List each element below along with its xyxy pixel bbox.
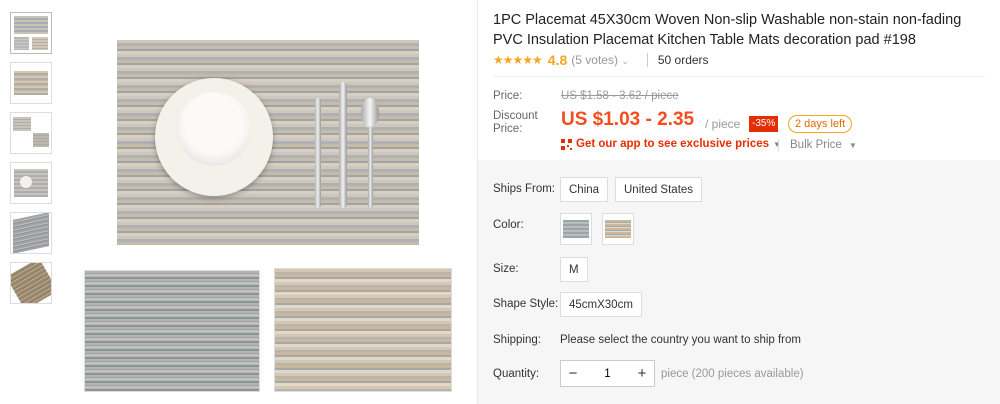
qr-code-icon <box>561 138 572 150</box>
shape-option-45x30[interactable]: 45cmX30cm <box>560 292 642 317</box>
rating-score: 4.8 <box>547 52 568 68</box>
divider <box>493 76 985 77</box>
color-swatch-2[interactable] <box>602 213 634 245</box>
thumbnail-5[interactable] <box>10 212 52 254</box>
thumbnail-1[interactable] <box>10 12 52 54</box>
product-gallery <box>60 0 476 404</box>
caret-down-icon: ▼ <box>848 141 857 150</box>
current-price: US $1.03 - 2.35 <box>561 109 695 130</box>
plus-icon[interactable]: + <box>630 361 654 386</box>
thumbnail-4[interactable] <box>10 162 52 204</box>
minus-icon[interactable]: − <box>561 361 585 386</box>
ships-from-china[interactable]: China <box>560 177 609 202</box>
size-label: Size: <box>493 263 519 275</box>
options-panel: Ships From: China United States Color: S… <box>478 160 1000 404</box>
shipping-message: Please select the country you want to sh… <box>560 334 801 346</box>
discount-price-label: Discount Price: <box>493 110 538 135</box>
app-promo-link[interactable]: Get our app to see exclusive prices ▼ <box>561 138 781 150</box>
price-label: Price: <box>493 90 523 102</box>
original-price: US $1.58 - 3.62 / piece <box>561 90 679 102</box>
thumbnail-6[interactable] <box>10 262 52 304</box>
availability-text: piece (200 pieces available) <box>661 368 804 380</box>
spoon-image <box>361 98 379 128</box>
orders-count: 50 orders <box>657 53 709 67</box>
bowl-image <box>177 92 251 166</box>
color-swatch-1[interactable] <box>560 213 592 245</box>
days-left-badge: 2 days left <box>788 115 853 133</box>
star-rating-icon: ★★★★★ <box>493 53 543 67</box>
thumbnail-2[interactable] <box>10 62 52 104</box>
size-option-m[interactable]: M <box>560 257 588 282</box>
quantity-label: Quantity: <box>493 368 540 380</box>
fork-image <box>315 98 321 208</box>
thumbnail-3[interactable] <box>10 112 52 154</box>
discount-badge: -35% <box>749 116 779 132</box>
divider <box>778 139 779 152</box>
quantity-stepper: − + <box>560 360 655 387</box>
ships-from-united-states[interactable]: United States <box>615 177 703 202</box>
price-unit: / piece <box>705 117 741 131</box>
quantity-input[interactable] <box>585 367 630 380</box>
divider <box>646 53 648 67</box>
main-image[interactable] <box>117 40 419 245</box>
bulk-price-link[interactable]: Bulk Price ▼ <box>790 139 857 151</box>
votes-link[interactable]: (5 votes) ⌄ <box>571 53 629 67</box>
color-label: Color: <box>493 219 524 231</box>
gallery-image-left[interactable] <box>84 270 260 392</box>
rating-row: ★★★★★ 4.8 (5 votes) ⌄ 50 orders <box>493 52 709 68</box>
thumbnail-strip <box>10 12 52 312</box>
product-info: 1PC Placemat 45X30cm Woven Non-slip Wash… <box>478 0 1000 404</box>
shape-style-label: Shape Style: <box>493 298 559 310</box>
caret-down-icon: ▼ <box>773 139 781 149</box>
ships-from-label: Ships From: <box>493 183 555 195</box>
gallery-image-right[interactable] <box>274 268 452 392</box>
shipping-label: Shipping: <box>493 334 541 346</box>
knife-image <box>339 82 347 208</box>
chevron-down-icon: ⌄ <box>621 56 629 66</box>
product-title: 1PC Placemat 45X30cm Woven Non-slip Wash… <box>493 12 962 48</box>
